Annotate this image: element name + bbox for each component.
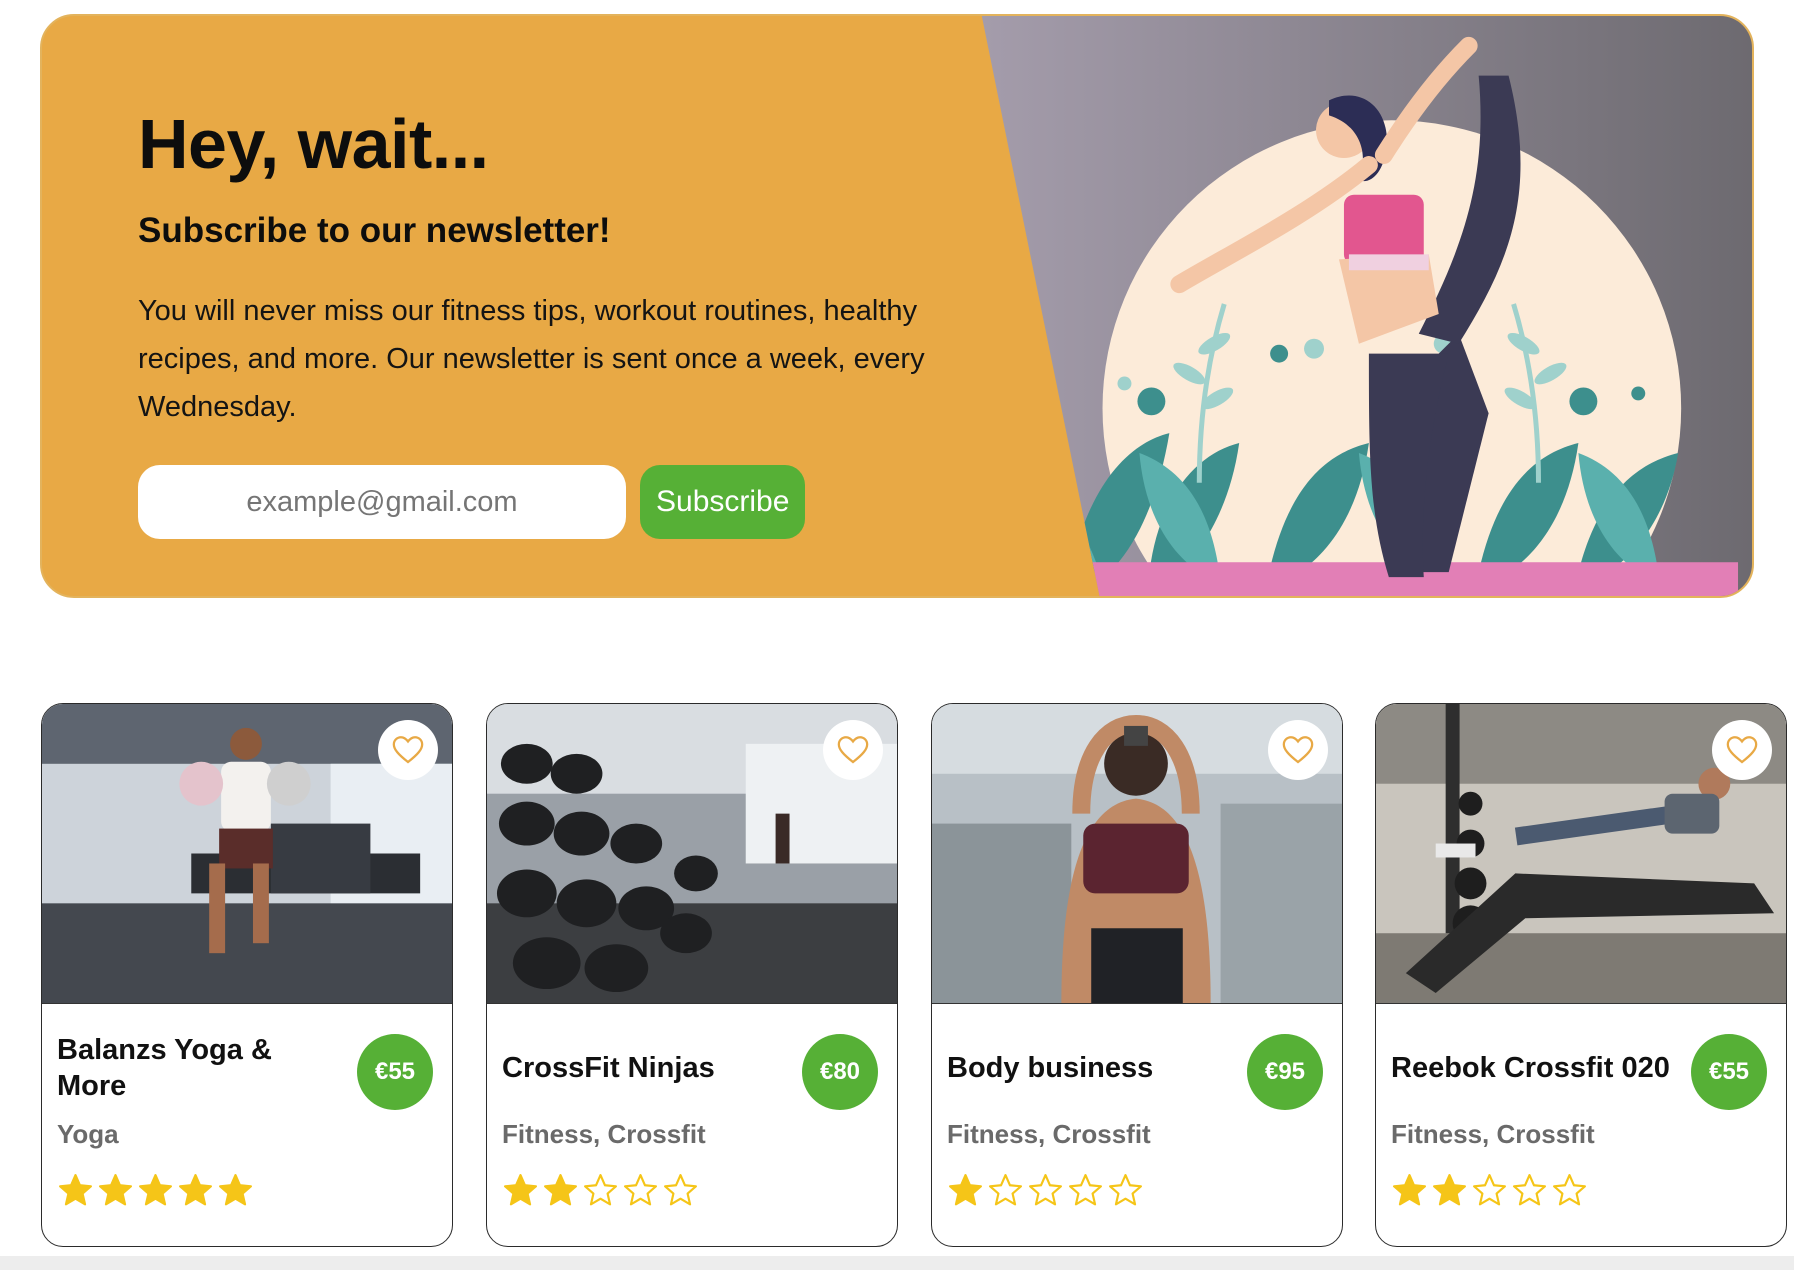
star-filled-icon xyxy=(99,1174,132,1206)
newsletter-banner: Hey, wait... Subscribe to our newsletter… xyxy=(40,14,1754,598)
rating-stars xyxy=(57,1172,254,1209)
rating-stars xyxy=(947,1172,1144,1209)
star-empty-icon xyxy=(584,1174,617,1206)
star-filled-icon xyxy=(1433,1174,1466,1206)
rating-stars xyxy=(502,1172,699,1209)
star-filled-icon xyxy=(949,1174,982,1206)
star-empty-icon xyxy=(1069,1174,1102,1206)
subscribe-button[interactable]: Subscribe xyxy=(640,465,806,539)
newsletter-subtitle: Subscribe to our newsletter! xyxy=(138,211,611,250)
heart-icon xyxy=(392,736,424,764)
gym-card[interactable]: Balanzs Yoga & More €55 Yoga xyxy=(41,703,453,1247)
gym-name: CrossFit Ninjas xyxy=(502,1052,715,1084)
heart-icon xyxy=(837,736,869,764)
star-filled-icon xyxy=(59,1174,92,1206)
newsletter-content: Hey, wait... Subscribe to our newsletter… xyxy=(138,106,938,431)
star-empty-icon xyxy=(1553,1174,1586,1206)
price-badge: €95 xyxy=(1247,1034,1323,1110)
gym-cards: Balanzs Yoga & More €55 Yoga CrossFit Ni… xyxy=(41,703,1787,1248)
gym-name: Body business xyxy=(947,1052,1154,1084)
rating-stars xyxy=(1391,1172,1588,1209)
gym-name: Balanzs Yoga & More xyxy=(57,1034,272,1102)
page: Hey, wait... Subscribe to our newsletter… xyxy=(0,0,1794,1270)
star-empty-icon xyxy=(624,1174,657,1206)
gym-card[interactable]: CrossFit Ninjas €80 Fitness, Crossfit xyxy=(486,703,898,1247)
star-filled-icon xyxy=(179,1174,212,1206)
email-input[interactable] xyxy=(138,465,626,539)
favorite-button[interactable] xyxy=(1268,720,1328,780)
heart-icon xyxy=(1726,736,1758,764)
favorite-button[interactable] xyxy=(1712,720,1772,780)
price-badge: €80 xyxy=(802,1034,878,1110)
gym-name: Reebok Crossfit 020 xyxy=(1391,1052,1670,1084)
star-filled-icon xyxy=(219,1174,252,1206)
star-empty-icon xyxy=(664,1174,697,1206)
star-filled-icon xyxy=(139,1174,172,1206)
heart-icon xyxy=(1282,736,1314,764)
star-filled-icon xyxy=(544,1174,577,1206)
star-empty-icon xyxy=(1513,1174,1546,1206)
star-empty-icon xyxy=(989,1174,1022,1206)
newsletter-title: Hey, wait... xyxy=(138,105,489,183)
star-empty-icon xyxy=(1109,1174,1142,1206)
gym-card[interactable]: Reebok Crossfit 020 €55 Fitness, Crossfi… xyxy=(1375,703,1787,1247)
gym-card[interactable]: Body business €95 Fitness, Crossfit xyxy=(931,703,1343,1247)
gym-category: Yoga xyxy=(57,1119,119,1149)
newsletter-description: You will never miss our fitness tips, wo… xyxy=(138,295,925,423)
star-empty-icon xyxy=(1029,1174,1062,1206)
gym-category: Fitness, Crossfit xyxy=(1391,1119,1595,1149)
favorite-button[interactable] xyxy=(378,720,438,780)
favorite-button[interactable] xyxy=(823,720,883,780)
gym-category: Fitness, Crossfit xyxy=(502,1119,706,1149)
page-bottom-shadow xyxy=(0,1256,1794,1270)
star-empty-icon xyxy=(1473,1174,1506,1206)
price-badge: €55 xyxy=(357,1034,433,1110)
star-filled-icon xyxy=(1393,1174,1426,1206)
gym-category: Fitness, Crossfit xyxy=(947,1119,1151,1149)
star-filled-icon xyxy=(504,1174,537,1206)
price-badge: €55 xyxy=(1691,1034,1767,1110)
newsletter-form: Subscribe xyxy=(138,465,806,539)
